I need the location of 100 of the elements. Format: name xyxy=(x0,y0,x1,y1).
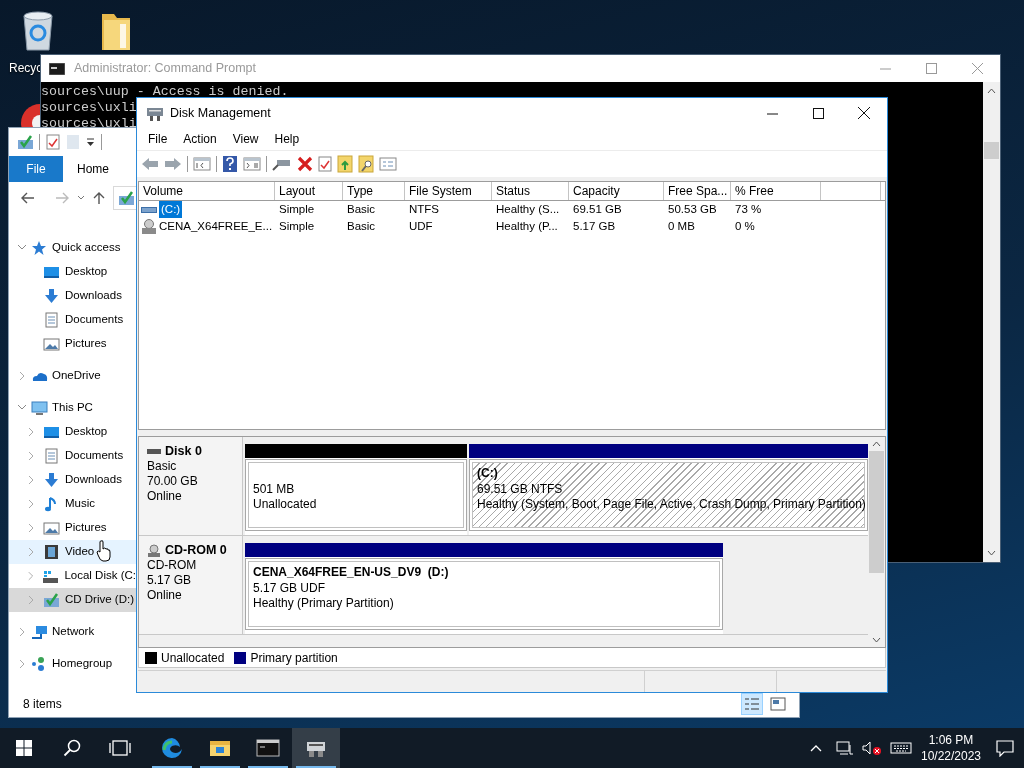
tree-item[interactable]: Video xyxy=(9,540,136,564)
chevron-up-icon[interactable] xyxy=(810,744,822,752)
partition-name: CENA_X64FREE_EN-US_DV9 (D:) xyxy=(253,565,449,579)
tree-item[interactable]: CD Drive (D:) xyxy=(9,588,136,612)
tree-item[interactable]: Pictures xyxy=(9,332,136,356)
disk-name: CD-ROM 0 xyxy=(165,543,227,558)
search-icon xyxy=(63,739,81,757)
table-cell-text: Basic xyxy=(346,219,377,234)
partition-detail: Unallocated xyxy=(253,497,317,511)
column-header[interactable]: Status xyxy=(492,182,569,200)
documents-icon xyxy=(43,448,60,464)
file-menu-button[interactable]: File xyxy=(9,156,63,182)
table-cell[interactable]: CENA_X64FREE_E... xyxy=(159,218,273,235)
cd-drive-icon xyxy=(147,543,161,558)
table-cell-text: Healthy (S... xyxy=(495,202,561,217)
back-arrow-icon[interactable] xyxy=(21,192,35,204)
column-header[interactable]: Capacity xyxy=(569,182,664,200)
partition-detail: 501 MB xyxy=(253,481,295,496)
close-icon xyxy=(971,63,983,74)
up-arrow-icon[interactable] xyxy=(93,191,105,205)
tree-item[interactable]: This PC xyxy=(9,396,136,420)
folder-up-icon[interactable] xyxy=(337,155,353,173)
hand-cursor-icon xyxy=(96,540,112,562)
clock-time[interactable]: 1:06 PM xyxy=(920,732,982,748)
speaker-muted-icon[interactable] xyxy=(862,740,882,756)
scroll-down-icon[interactable] xyxy=(987,550,996,556)
menu-item[interactable]: Help xyxy=(266,130,308,148)
table-cell-text: 0 MB xyxy=(667,219,696,234)
folder-search-icon[interactable] xyxy=(358,155,374,173)
drive-check-icon[interactable] xyxy=(17,134,33,150)
table-cell-text: Simple xyxy=(278,219,316,234)
pictures-icon xyxy=(43,336,60,352)
menu-item[interactable]: View xyxy=(224,130,267,148)
window-title: Administrator: Command Prompt xyxy=(74,60,256,78)
tree-item[interactable]: Local Disk (C: xyxy=(9,564,136,588)
chevron-down-icon[interactable] xyxy=(15,404,29,412)
tree-item[interactable]: Downloads xyxy=(9,284,136,308)
downloads-icon xyxy=(43,288,60,304)
close-icon xyxy=(858,107,870,119)
menu-item[interactable]: Action xyxy=(175,130,225,148)
tree-item[interactable]: OneDrive xyxy=(9,364,136,388)
column-header[interactable]: Volume xyxy=(139,182,275,200)
keyboard-icon[interactable] xyxy=(890,741,912,755)
scrollbar[interactable] xyxy=(983,82,1000,562)
chevron-down-icon[interactable] xyxy=(77,195,85,201)
tree-item[interactable]: Quick access xyxy=(9,236,136,260)
status-text: 8 items xyxy=(23,696,62,713)
tree-item[interactable]: Music xyxy=(9,492,136,516)
details-view-button[interactable] xyxy=(741,693,763,715)
forward-arrow-icon[interactable] xyxy=(55,192,69,204)
tree-item[interactable]: Pictures xyxy=(9,516,136,540)
tree-item[interactable]: Homegroup xyxy=(9,652,136,676)
scrollbar-thumb[interactable] xyxy=(869,451,884,573)
tree-item[interactable]: Documents xyxy=(9,444,136,468)
downloads-icon xyxy=(43,472,60,488)
console-icon xyxy=(49,62,65,75)
column-header[interactable]: File System xyxy=(405,182,492,200)
scroll-up-icon[interactable] xyxy=(872,441,881,447)
column-header[interactable]: % Free xyxy=(731,182,821,200)
console-tree-icon[interactable] xyxy=(193,156,211,172)
ribbon-tab[interactable]: Home xyxy=(63,156,123,182)
chevron-down-icon[interactable] xyxy=(15,244,29,252)
action-pane-icon[interactable] xyxy=(243,156,261,172)
partition[interactable]: CENA_X64FREE_EN-US_DV9 (D:) 5.17 GB UDF Healthy (Primary Partition) xyxy=(245,543,723,634)
table-cell-text: 69.51 GB xyxy=(572,202,623,217)
partition[interactable]: (C:) 69.51 GB NTFS Healthy (System, Boot, Page File, Active, Crash Dump, Primary Partition) xyxy=(469,444,868,535)
tree-item[interactable]: Desktop xyxy=(9,420,136,444)
network-icon[interactable] xyxy=(836,740,854,756)
column-header[interactable]: Layout xyxy=(275,182,343,200)
menu-item[interactable]: File xyxy=(140,130,176,148)
checklist-icon[interactable] xyxy=(318,156,332,172)
checklist-icon[interactable] xyxy=(46,134,60,150)
tree-item[interactable]: Downloads xyxy=(9,468,136,492)
tree-item[interactable]: Desktop xyxy=(9,260,136,284)
tree-item[interactable]: Documents xyxy=(9,308,136,332)
pc-icon xyxy=(31,400,48,416)
table-cell[interactable]: (C:) xyxy=(159,201,183,218)
taskbar-app-button[interactable] xyxy=(292,728,340,768)
column-header[interactable]: Free Spa... xyxy=(664,182,731,200)
scrollbar-thumb[interactable] xyxy=(984,142,999,159)
clock-date[interactable]: 10/22/2023 xyxy=(920,748,982,764)
scroll-up-icon[interactable] xyxy=(987,88,996,94)
help-icon[interactable] xyxy=(222,155,238,173)
console-line: sources\uxli xyxy=(41,116,137,131)
delete-icon[interactable] xyxy=(297,156,313,172)
task-view-icon xyxy=(109,740,131,756)
dropdown-icon[interactable] xyxy=(86,137,95,147)
tree-item[interactable]: Network xyxy=(9,620,136,644)
maximize-icon xyxy=(812,107,824,119)
column-header[interactable]: Type xyxy=(343,182,405,200)
tiles-view-icon xyxy=(768,694,788,714)
disk-name: Disk 0 xyxy=(165,444,202,459)
drive-icon xyxy=(141,206,157,213)
local-disk-icon xyxy=(42,568,60,584)
forward-arrow-icon[interactable] xyxy=(164,156,182,172)
scroll-down-icon[interactable] xyxy=(872,637,881,643)
notification-icon[interactable] xyxy=(996,739,1014,757)
unallocated-partition[interactable]: 501 MB Unallocated xyxy=(245,444,467,535)
edge-icon xyxy=(160,736,184,760)
desktop-icon xyxy=(43,264,60,280)
